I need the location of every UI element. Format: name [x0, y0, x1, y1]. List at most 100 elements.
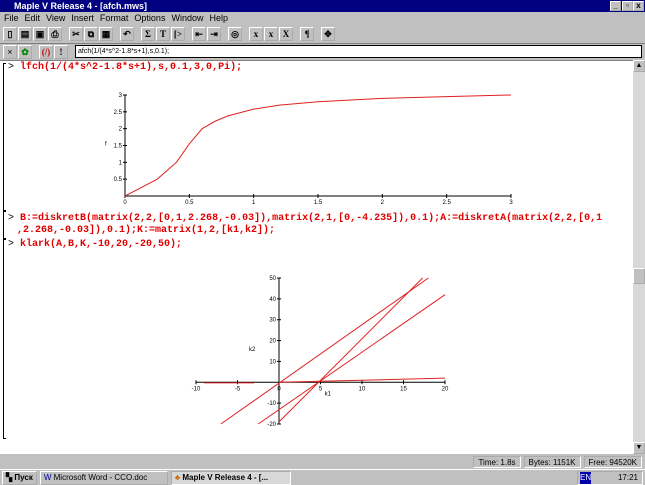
- x-script-icon[interactable]: X: [279, 27, 293, 41]
- undo-icon[interactable]: ↶: [120, 27, 134, 41]
- y-tick-label: 0.5: [114, 177, 123, 183]
- paste-icon[interactable]: ▦: [99, 27, 113, 41]
- windows-logo-icon: ▚: [6, 473, 13, 482]
- status-bytes: Bytes: 1151K: [523, 456, 581, 468]
- y-axis-label: k2: [249, 347, 256, 353]
- print-icon[interactable]: ⎙: [48, 27, 62, 41]
- x-tick-label: -5: [235, 386, 241, 392]
- x-tick-label: 20: [442, 386, 449, 392]
- status-bar: Time: 1.8s Bytes: 1151K Free: 94520K: [0, 455, 645, 469]
- menu-edit[interactable]: Edit: [25, 13, 41, 23]
- open-icon[interactable]: ▤: [18, 27, 32, 41]
- x-tick-label: 1: [252, 200, 256, 206]
- menu-bar: File Edit View Insert Format Options Window Hel…: [0, 12, 645, 25]
- task-maple[interactable]: ♣ Maple V Release 4 - [...: [170, 471, 291, 485]
- y-tick-label: 2.5: [114, 110, 123, 116]
- data-line: [257, 294, 446, 425]
- stop-icon[interactable]: ◎: [228, 27, 242, 41]
- word-icon: W: [43, 473, 52, 482]
- menu-help[interactable]: Help: [209, 13, 228, 23]
- y-tick-label: 1: [119, 160, 123, 166]
- outdent-icon[interactable]: ⇤: [192, 27, 206, 41]
- system-tray: EN 17:21: [577, 471, 643, 485]
- vertical-scrollbar[interactable]: ▲ ▼: [633, 60, 645, 454]
- y-tick-label: 50: [269, 276, 276, 282]
- execute-icon[interactable]: ✿: [18, 45, 32, 59]
- x-tick-label: 2.5: [442, 200, 451, 206]
- copy-icon[interactable]: ⧉: [84, 27, 98, 41]
- menu-file[interactable]: File: [4, 13, 19, 23]
- x-tick-label: 2: [381, 200, 385, 206]
- y-tick-label: 1.5: [114, 144, 123, 150]
- task-word[interactable]: W Microsoft Word - CCO.doc: [39, 471, 168, 485]
- x-tick-label: 3: [509, 200, 513, 206]
- input-line-3[interactable]: > klark(A,B,K,-10,20,-20,50);: [8, 239, 182, 251]
- input-line-2[interactable]: > B:=diskretB(matrix(2,2,[0,1,2.268,-0.0…: [8, 213, 602, 225]
- toolbar: ▯ ▤ ▣ ⎙ ✂ ⧉ ▦ ↶ Σ T [> ⇤ ⇥ ◎ x x X ¶ ✥: [0, 25, 645, 43]
- y-tick-label: -20: [267, 422, 276, 428]
- title-bar: Maple V Release 4 - [afch.mws] _ ▫ x: [0, 0, 645, 12]
- language-en-icon[interactable]: EN: [580, 472, 592, 484]
- group-bracket: [3, 239, 6, 439]
- y-tick-label: 10: [269, 359, 276, 365]
- data-line: [278, 277, 423, 423]
- menu-insert[interactable]: Insert: [71, 13, 94, 23]
- toggle-input-icon[interactable]: (/): [39, 45, 53, 59]
- context-bar: × ✿ (/) ! afch(1/(4*s^2-1.8*s+1),s,0.1);: [0, 43, 645, 59]
- data-line: [124, 94, 512, 197]
- close-x-icon[interactable]: ×: [3, 45, 17, 59]
- scroll-down-icon[interactable]: ▼: [633, 442, 645, 454]
- status-time: Time: 1.8s: [473, 456, 521, 468]
- y-tick-label: 3: [119, 93, 123, 99]
- maximize-button[interactable]: ▫: [622, 1, 633, 11]
- start-button[interactable]: ▚ Пуск: [2, 471, 37, 485]
- sigma-icon[interactable]: Σ: [141, 27, 155, 41]
- x-italic-icon[interactable]: x: [264, 27, 278, 41]
- scroll-up-icon[interactable]: ▲: [633, 60, 645, 72]
- x-tick-label: 0.5: [185, 200, 194, 206]
- taskbar: ▚ Пуск W Microsoft Word - CCO.doc ♣ Mapl…: [0, 469, 645, 485]
- group-bracket: [3, 211, 6, 239]
- x-tick-label: -10: [192, 386, 201, 392]
- menu-view[interactable]: View: [46, 13, 65, 23]
- group-bracket: [3, 63, 6, 211]
- menu-window[interactable]: Window: [171, 13, 203, 23]
- worksheet[interactable]: > lfch(1/(4*s^2-1.8*s+1),s,0.1,3,0,Pi); …: [0, 60, 633, 454]
- input-line-1[interactable]: > lfch(1/(4*s^2-1.8*s+1),s,0.1,3,0,Pi);: [8, 62, 242, 74]
- command-input[interactable]: afch(1/(4*s^2-1.8*s+1),s,0.1);: [75, 45, 642, 58]
- menu-options[interactable]: Options: [134, 13, 165, 23]
- new-icon[interactable]: ▯: [3, 27, 17, 41]
- y-axis-label: f: [105, 142, 107, 148]
- window-title: Maple V Release 4 - [afch.mws]: [14, 1, 148, 11]
- x-tick-label: 10: [359, 386, 366, 392]
- y-tick-label: 40: [269, 297, 276, 303]
- input-line-2-cont[interactable]: ,2.268,-0.03]),0.1);K:=matrix(1,2,[k1,k2…: [17, 225, 275, 237]
- x-tick-label: 15: [400, 386, 407, 392]
- close-button[interactable]: x: [633, 1, 644, 11]
- x-tick-label: 5: [319, 386, 323, 392]
- minimize-button[interactable]: _: [610, 1, 621, 11]
- maple-icon: ♣: [174, 473, 181, 482]
- y-tick-label: 2: [119, 127, 123, 133]
- indent-icon[interactable]: ⇥: [207, 27, 221, 41]
- clock: 17:21: [617, 473, 638, 482]
- scroll-thumb[interactable]: [633, 268, 645, 284]
- exclamation-icon[interactable]: !: [54, 45, 68, 59]
- save-icon[interactable]: ▣: [33, 27, 47, 41]
- pilcrow-icon[interactable]: ¶: [300, 27, 314, 41]
- y-tick-label: 30: [269, 318, 276, 324]
- menu-format[interactable]: Format: [100, 13, 129, 23]
- y-tick-label: -10: [267, 401, 276, 407]
- expand-icon[interactable]: ✥: [321, 27, 335, 41]
- x-axis-label: k1: [325, 391, 332, 397]
- plot-stability-region: -10 -5 0 5 10 15 20 -20 -10 10 20 30 40 50 k1 k2: [192, 276, 449, 428]
- x-tick-label: 1.5: [314, 200, 323, 206]
- x-normal-icon[interactable]: x: [249, 27, 263, 41]
- y-tick-label: 20: [269, 339, 276, 345]
- status-free: Free: 94520K: [583, 456, 642, 468]
- prompt-icon[interactable]: [>: [171, 27, 185, 41]
- text-icon[interactable]: T: [156, 27, 170, 41]
- plot-frequency-response: 0 0.5 1 1.5 2 2.5 3 0.5 1 1.5 2 2.5 3 f: [105, 93, 513, 206]
- x-tick-label: 0: [123, 200, 127, 206]
- cut-icon[interactable]: ✂: [69, 27, 83, 41]
